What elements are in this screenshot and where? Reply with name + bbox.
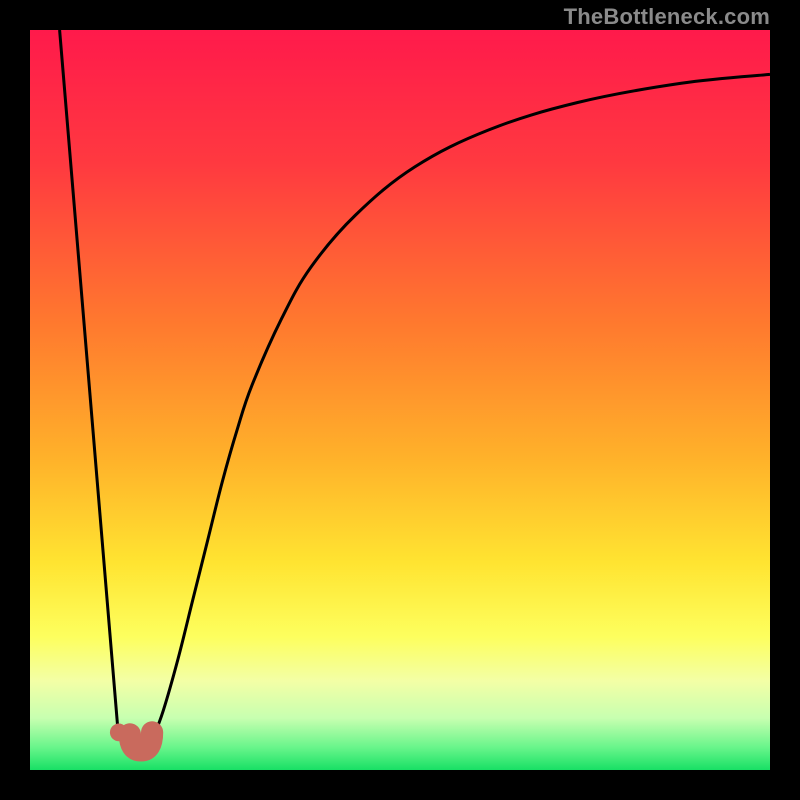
curve-layer [30,30,770,770]
watermark-text: TheBottleneck.com [564,4,770,30]
marker-hook [130,732,152,750]
plot-area [30,30,770,770]
marker-dot [110,724,128,742]
curve-right-branch [152,74,770,740]
chart-frame: TheBottleneck.com [0,0,800,800]
curve-left-branch [60,30,119,740]
